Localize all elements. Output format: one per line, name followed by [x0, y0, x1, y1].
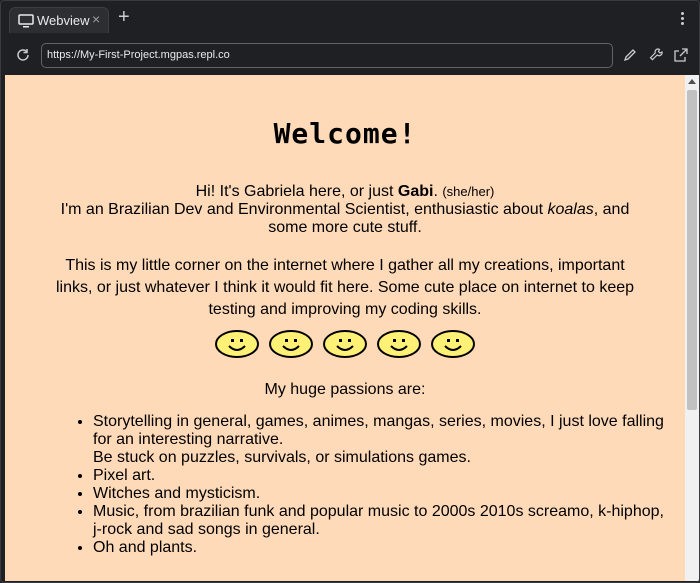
smiley-icon: [215, 330, 259, 358]
webview-page: Welcome! Hi! It's Gabriela here, or just…: [5, 75, 685, 581]
tab-strip: Webview × +: [1, 1, 699, 39]
scrollbar[interactable]: [685, 75, 699, 581]
address-toolbar: https://My-First-Project.mgpas.repl.co: [1, 38, 699, 74]
url-input[interactable]: https://My-First-Project.mgpas.repl.co: [41, 43, 613, 68]
browser-window: Webview × + https://My-First-Project.mgp…: [0, 0, 700, 583]
list-item-text: Storytelling in general, games, animes, …: [93, 413, 664, 448]
tab-webview[interactable]: Webview ×: [9, 7, 109, 33]
intro-line2-a: I'm an Brazilian Dev and Environmental S…: [60, 201, 548, 218]
corner-paragraph: This is my little corner on the internet…: [55, 257, 635, 318]
intro-koalas: koalas: [547, 201, 594, 218]
tab-title: Webview: [37, 13, 90, 28]
monitor-icon: [18, 14, 34, 28]
reload-icon[interactable]: [15, 47, 31, 63]
passions-list: Storytelling in general, games, animes, …: [57, 413, 673, 557]
open-external-icon[interactable]: [673, 47, 689, 63]
intro-dot: .: [433, 183, 438, 200]
wrench-icon[interactable]: [648, 47, 664, 63]
close-icon[interactable]: ×: [92, 11, 100, 27]
scroll-up-icon[interactable]: [688, 79, 696, 84]
intro-paragraph: Hi! It's Gabriela here, or just Gabi. (s…: [45, 183, 645, 237]
pencil-icon[interactable]: [622, 47, 638, 63]
smiley-icon: [323, 330, 367, 358]
smiley-icon: [269, 330, 313, 358]
list-item: Pixel art.: [93, 467, 673, 485]
new-tab-icon[interactable]: +: [118, 7, 130, 27]
smiley-row: [5, 329, 685, 364]
list-item: Storytelling in general, games, animes, …: [93, 413, 673, 467]
intro-name: Gabi: [397, 183, 434, 200]
scroll-thumb[interactable]: [687, 90, 697, 410]
more-icon[interactable]: [677, 10, 687, 30]
list-item: Witches and mysticism.: [93, 485, 673, 503]
list-item: Oh and plants.: [93, 539, 673, 557]
list-item: Music, from brazilian funk and popular m…: [93, 503, 673, 539]
page-title: Welcome!: [273, 117, 417, 150]
smiley-icon: [377, 330, 421, 358]
passions-heading: My huge passions are:: [264, 381, 426, 398]
intro-prefix: Hi! It's Gabriela here, or just: [195, 183, 398, 200]
url-text: https://My-First-Project.mgpas.repl.co: [47, 49, 230, 61]
intro-pronouns: (she/her): [442, 184, 495, 199]
list-item-text: Be stuck on puzzles, survivals, or simul…: [93, 449, 471, 466]
smiley-icon: [431, 330, 475, 358]
